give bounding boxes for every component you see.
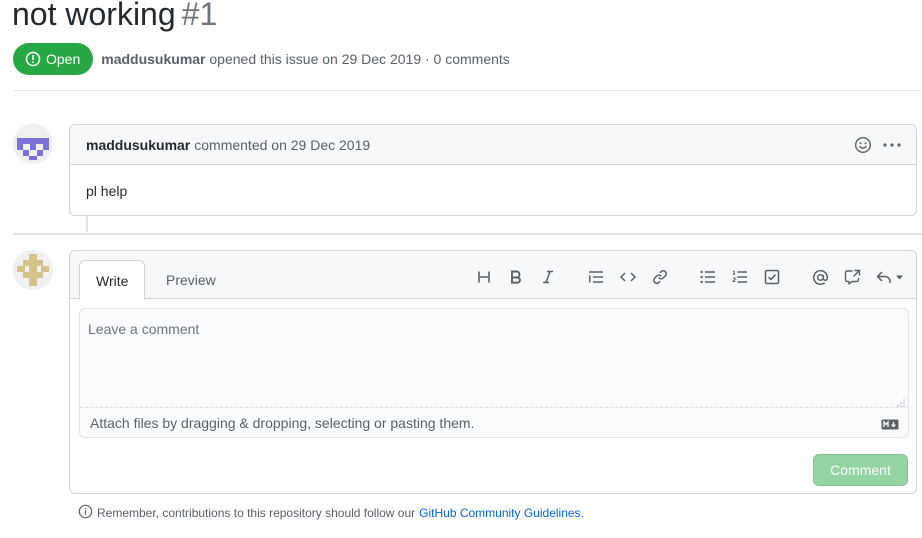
issue-meta-text: maddusukumar opened this issue on 29 Dec… <box>101 51 510 67</box>
kebab-menu-icon[interactable] <box>882 136 902 157</box>
avatar[interactable] <box>13 124 53 164</box>
issue-meta: Open maddusukumar opened this issue on 2… <box>13 43 510 75</box>
comment-textarea-container: Attach files by dragging & dropping, sel… <box>79 308 909 438</box>
issue-author-link[interactable]: maddusukumar <box>101 51 205 67</box>
mention-icon[interactable] <box>810 267 830 287</box>
state-badge: Open <box>13 43 94 75</box>
issue-number: #1 <box>181 0 218 32</box>
markdown-icon[interactable] <box>881 417 899 433</box>
issue-title: not working <box>12 0 176 32</box>
issue-open-icon <box>25 51 41 67</box>
guidelines-trailing: . <box>580 506 584 520</box>
state-label: Open <box>46 51 81 67</box>
heading-icon[interactable] <box>474 267 494 287</box>
bulleted-list-icon[interactable] <box>698 267 718 287</box>
comment-timestamp[interactable]: commented on 29 Dec 2019 <box>194 137 370 153</box>
comment-header: maddusukumar commented on 29 Dec 2019 <box>70 125 916 165</box>
quote-icon[interactable] <box>586 267 606 287</box>
comment-actions <box>854 136 902 157</box>
comment-submit-button[interactable]: Comment <box>813 454 908 486</box>
issue-title-row: not working #1 <box>12 0 217 36</box>
italic-icon[interactable] <box>538 267 558 287</box>
attach-files-bar[interactable]: Attach files by dragging & dropping, sel… <box>80 407 908 437</box>
cross-reference-icon[interactable] <box>842 267 862 287</box>
community-guidelines-note: Remember, contributions to this reposito… <box>78 503 584 523</box>
attach-hint: Attach files by dragging & dropping, sel… <box>90 414 475 431</box>
comment-body: pl help <box>86 183 128 199</box>
guidelines-text: Remember, contributions to this reposito… <box>97 506 416 520</box>
task-list-icon[interactable] <box>762 267 782 287</box>
new-comment-editor: Write Preview Leave a comment Attach fil… <box>69 250 917 494</box>
comment: maddusukumar commented on 29 Dec 2019 pl… <box>69 124 917 216</box>
saved-replies-icon[interactable] <box>876 267 906 287</box>
timeline-line <box>86 216 88 232</box>
avatar[interactable] <box>13 250 53 290</box>
editor-header: Write Preview <box>70 251 916 300</box>
header-divider <box>13 90 922 91</box>
markdown-toolbar <box>70 267 916 287</box>
info-icon <box>78 504 93 522</box>
code-icon[interactable] <box>618 267 638 287</box>
smiley-icon[interactable] <box>854 136 872 157</box>
bold-icon[interactable] <box>506 267 526 287</box>
numbered-list-icon[interactable] <box>730 267 750 287</box>
community-guidelines-link[interactable]: GitHub Community Guidelines <box>419 506 580 520</box>
link-icon[interactable] <box>650 267 670 287</box>
comment-textarea[interactable] <box>80 309 908 407</box>
timeline-divider <box>13 233 922 235</box>
comment-author-link[interactable]: maddusukumar <box>86 137 190 153</box>
issue-meta-suffix: opened this issue on 29 Dec 2019 · 0 com… <box>209 51 510 67</box>
